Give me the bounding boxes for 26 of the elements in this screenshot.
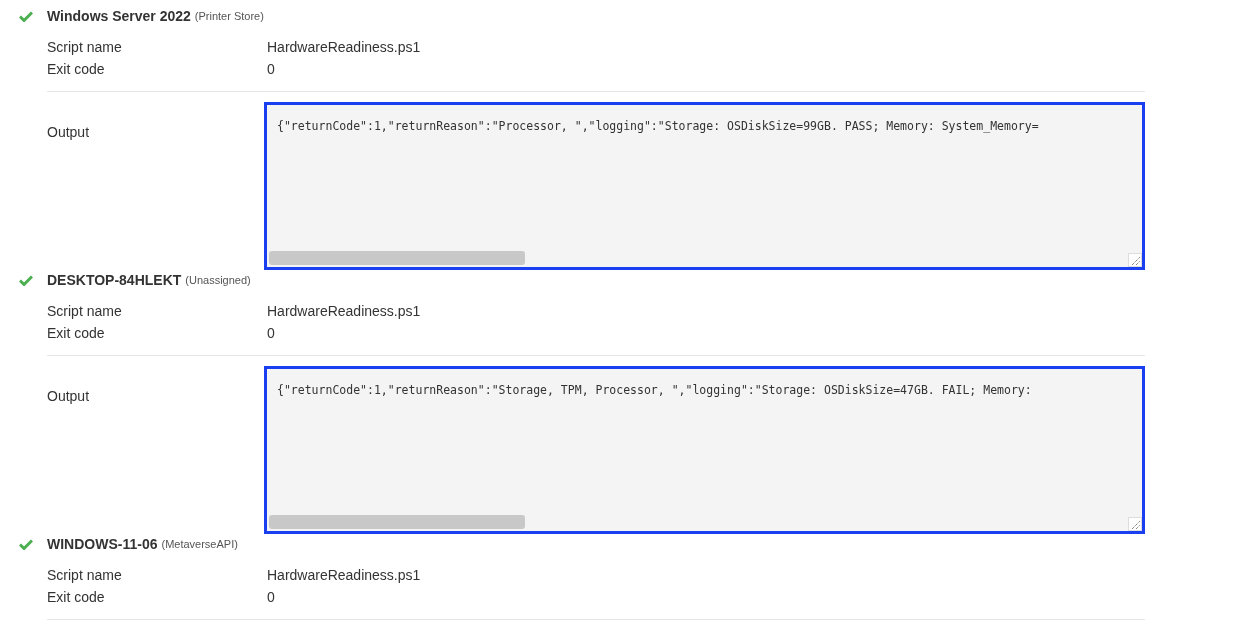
scrollbar-thumb[interactable] — [269, 251, 525, 265]
detail-value: HardwareReadiness.ps1 — [267, 303, 421, 319]
detail-label: Script name — [47, 567, 123, 583]
detail-value: 0 — [267, 325, 275, 341]
device-group: (Printer Store) — [194, 10, 264, 22]
detail-value: HardwareReadiness.ps1 — [267, 567, 421, 583]
device-group: (Unassigned) — [185, 274, 251, 286]
output-field[interactable]: {"returnCode":1,"returnReason":"Processor, ","logging":"Storage: OSDiskSize=99GB. PASS; Memory: System_Memory= — [264, 102, 1145, 270]
detail-value: HardwareReadiness.ps1 — [267, 39, 421, 55]
scrollbar-thumb[interactable] — [269, 515, 525, 529]
output-label: Output — [47, 387, 91, 406]
output-label: Output — [47, 123, 91, 142]
device-name: Windows Server 2022 — [47, 8, 191, 24]
resize-grip-icon[interactable] — [1128, 517, 1142, 531]
detail-value: 0 — [267, 589, 275, 605]
detail-label: Exit code — [47, 589, 106, 605]
device-name: DESKTOP-84HLEKT — [47, 272, 182, 288]
device-group: (MetaverseAPI) — [161, 538, 238, 550]
detail-label: Exit code — [47, 325, 106, 341]
detail-label: Script name — [47, 303, 123, 319]
resize-grip-icon[interactable] — [1128, 253, 1142, 267]
detail-value: 0 — [267, 61, 275, 77]
output-field[interactable]: {"returnCode":1,"returnReason":"Storage, TPM, Processor, ","logging":"Storage: OSDiskSize=47GB. FAIL; Memory: — [264, 366, 1145, 534]
device-name: WINDOWS-11-06 — [47, 536, 158, 552]
detail-label: Exit code — [47, 61, 106, 77]
detail-label: Script name — [47, 39, 123, 55]
